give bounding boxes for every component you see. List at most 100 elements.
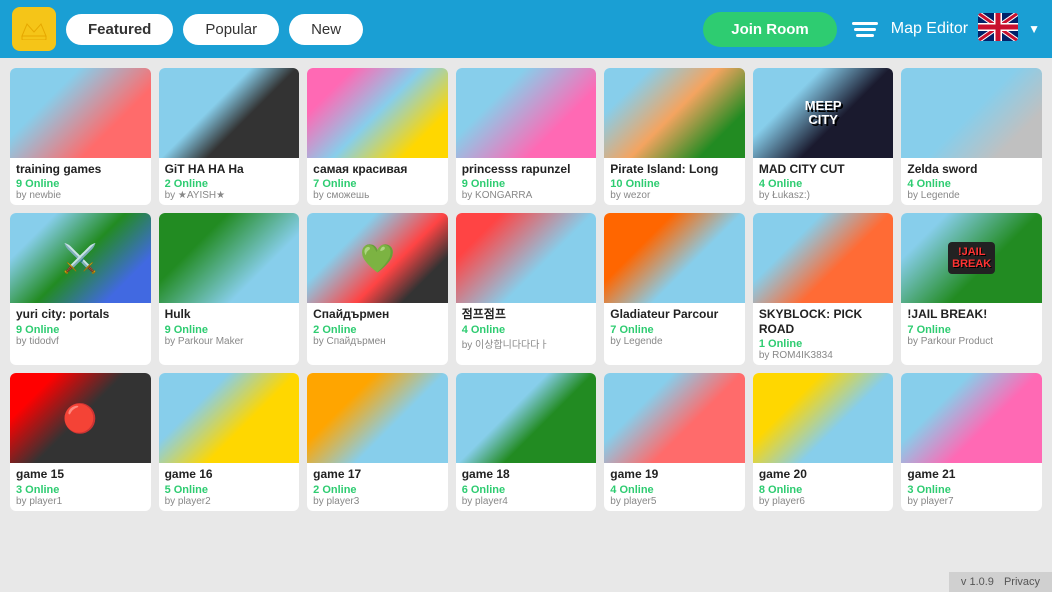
game-card[interactable]: 💚Спайдърмен2 Onlineby Спайдърмен	[307, 213, 448, 365]
game-card[interactable]: GiT HA HA Ha2 Onlineby ★AYISH★	[159, 68, 300, 205]
layers-icon	[847, 11, 883, 47]
game-author: by Parkour Maker	[165, 336, 294, 347]
game-info: game 17 2 Onlineby player3	[307, 463, 448, 510]
game-thumbnail	[901, 68, 1042, 158]
game-info: 점프점프4 Onlineby 이상합니다다다ㅏ	[456, 303, 597, 365]
game-author: by player3	[313, 496, 442, 507]
game-card[interactable]: Pirate Island: Long10 Onlineby wezor	[604, 68, 745, 205]
game-thumbnail	[456, 373, 597, 463]
game-author: by tidodvf	[16, 336, 145, 347]
game-title: game 18	[462, 467, 591, 481]
game-info: Zelda sword4 Onlineby Legende	[901, 158, 1042, 205]
game-online-count: 10 Online	[610, 178, 739, 190]
game-author: by player1	[16, 496, 145, 507]
game-author: by player4	[462, 496, 591, 507]
game-title: 점프점프	[462, 307, 591, 321]
game-author: by Parkour Product	[907, 336, 1036, 347]
game-author: by ★AYISH★	[165, 190, 294, 201]
game-card[interactable]: 점프점프4 Onlineby 이상합니다다다ㅏ	[456, 213, 597, 365]
game-title: game 19	[610, 467, 739, 481]
game-card[interactable]: 🔴game 153 Onlineby player1	[10, 373, 151, 510]
crown-icon[interactable]	[12, 7, 56, 51]
game-thumbnail	[10, 68, 151, 158]
game-title: game 21	[907, 467, 1036, 481]
game-author: by Legende	[907, 190, 1036, 201]
join-room-button[interactable]: Join Room	[703, 12, 837, 47]
game-online-count: 8 Online	[759, 484, 888, 496]
popular-nav-btn[interactable]: Popular	[183, 14, 279, 45]
game-card[interactable]: Zelda sword4 Onlineby Legende	[901, 68, 1042, 205]
game-card[interactable]: game 165 Onlineby player2	[159, 373, 300, 510]
game-info: Hulk9 Onlineby Parkour Maker	[159, 303, 300, 365]
game-thumbnail	[604, 373, 745, 463]
game-card[interactable]: ⚔️yuri city: portals9 Onlineby tidodvf	[10, 213, 151, 365]
game-title: game 20	[759, 467, 888, 481]
game-card[interactable]: SKYBLOCK: PICK ROAD1 Onlineby ROM4IK3834	[753, 213, 894, 365]
game-info: yuri city: portals 9 Onlineby tidodvf	[10, 303, 151, 365]
game-author: by ROM4IK3834	[759, 350, 888, 361]
game-card[interactable]: game 186 Onlineby player4	[456, 373, 597, 510]
game-online-count: 2 Online	[165, 178, 294, 190]
game-thumbnail	[456, 213, 597, 303]
game-thumbnail: 💚	[307, 213, 448, 303]
game-info: SKYBLOCK: PICK ROAD1 Onlineby ROM4IK3834	[753, 303, 894, 365]
game-card[interactable]: game 19 4 Onlineby player5	[604, 373, 745, 510]
game-author: by player6	[759, 496, 888, 507]
game-card[interactable]: game 213 Onlineby player7	[901, 373, 1042, 510]
game-online-count: 4 Online	[759, 178, 888, 190]
game-info: game 213 Onlineby player7	[901, 463, 1042, 510]
game-info: game 186 Onlineby player4	[456, 463, 597, 510]
game-card[interactable]: самая красивая7 Onlineby сможешь	[307, 68, 448, 205]
game-author: by player5	[610, 496, 739, 507]
language-dropdown-icon[interactable]: ▼	[1028, 22, 1040, 36]
game-card[interactable]: game 17 2 Onlineby player3	[307, 373, 448, 510]
game-online-count: 4 Online	[610, 484, 739, 496]
game-author: by 이상합니다다다ㅏ	[462, 336, 591, 351]
game-author: by Łukasz:)	[759, 190, 888, 201]
game-author: by player2	[165, 496, 294, 507]
game-author: by Спайдърмен	[313, 336, 442, 347]
game-card[interactable]: MEEPCITYMAD CITY CUT4 Onlineby Łukasz:)	[753, 68, 894, 205]
game-info: Спайдърмен2 Onlineby Спайдърмен	[307, 303, 448, 365]
footer: v 1.0.9 Privacy	[949, 572, 1052, 592]
privacy-link[interactable]: Privacy	[1004, 576, 1040, 588]
game-online-count: 3 Online	[907, 484, 1036, 496]
map-editor-area[interactable]: Map Editor	[847, 11, 968, 47]
new-nav-btn[interactable]: New	[289, 14, 363, 45]
game-card[interactable]: Hulk9 Onlineby Parkour Maker	[159, 213, 300, 365]
game-online-count: 9 Online	[16, 178, 145, 190]
game-thumbnail	[604, 213, 745, 303]
game-info: princesss rapunzel9 Onlineby KONGARRA	[456, 158, 597, 205]
game-author: by Legende	[610, 336, 739, 347]
game-thumbnail: !JAILBREAK	[901, 213, 1042, 303]
game-info: Pirate Island: Long10 Onlineby wezor	[604, 158, 745, 205]
game-author: by KONGARRA	[462, 190, 591, 201]
game-online-count: 7 Online	[907, 324, 1036, 336]
game-thumbnail	[159, 68, 300, 158]
game-thumbnail: MEEPCITY	[753, 68, 894, 158]
game-card[interactable]: Gladiateur Parcour7 Onlineby Legende	[604, 213, 745, 365]
game-online-count: 2 Online	[313, 484, 442, 496]
game-info: game 165 Onlineby player2	[159, 463, 300, 510]
game-thumbnail: 🔴	[10, 373, 151, 463]
game-card[interactable]: game 20 8 Onlineby player6	[753, 373, 894, 510]
game-card[interactable]: training games9 Onlineby newbie	[10, 68, 151, 205]
game-title: game 17	[313, 467, 442, 481]
header: Featured Popular New Join Room Map Edito…	[0, 0, 1052, 58]
game-thumbnail	[901, 373, 1042, 463]
game-title: yuri city: portals	[16, 307, 145, 321]
game-online-count: 5 Online	[165, 484, 294, 496]
game-title: Pirate Island: Long	[610, 162, 739, 176]
game-title: !JAIL BREAK!	[907, 307, 1036, 321]
game-online-count: 3 Online	[16, 484, 145, 496]
game-author: by сможешь	[313, 190, 442, 201]
game-title: princesss rapunzel	[462, 162, 591, 176]
featured-nav-btn[interactable]: Featured	[66, 14, 173, 45]
game-online-count: 9 Online	[16, 324, 145, 336]
game-card[interactable]: !JAILBREAK !JAIL BREAK! 7 Onlineby Parkour…	[901, 213, 1042, 365]
game-title: training games	[16, 162, 145, 176]
language-flag[interactable]	[978, 13, 1018, 46]
game-thumbnail	[159, 213, 300, 303]
game-card[interactable]: princesss rapunzel9 Onlineby KONGARRA	[456, 68, 597, 205]
game-title: Hulk	[165, 307, 294, 321]
